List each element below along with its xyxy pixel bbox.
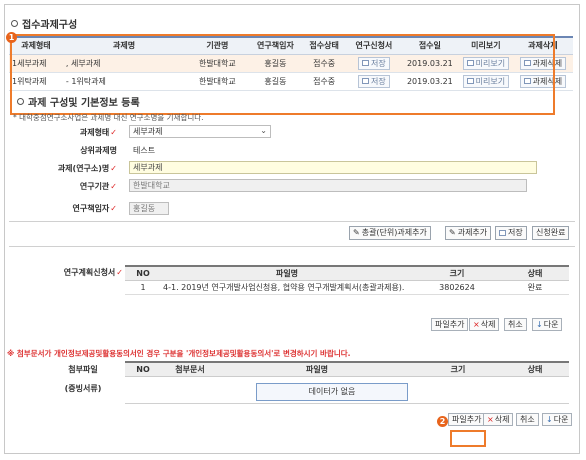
button-label: 삭제 (494, 415, 510, 424)
label-text: 과제(연구소)명 (57, 164, 110, 173)
header-filename: 파일명 (161, 265, 413, 281)
header-doc: 첨부문서 (161, 361, 219, 377)
parent-task-value: 테스트 (133, 146, 156, 155)
submit-button[interactable]: 신청완료 (532, 226, 570, 240)
attachment-sublabel: (증빙서류) (64, 384, 102, 393)
button-label: 파일추가 (452, 415, 482, 424)
divider (125, 403, 569, 404)
main-frame: 접수과제구성 과제형태 과제명 기관명 연구책임자 접수상태 연구신청서 접수일… (4, 4, 580, 454)
attachment-table: NO 첨부문서 파일명 크기 상태 (125, 361, 569, 377)
button-label: 삭제 (480, 320, 496, 329)
select-value: 세부과제 (133, 127, 163, 136)
pi-label: 연구책임자✓ (5, 203, 117, 214)
required-mark-icon: ✓ (110, 204, 117, 213)
section-title-basic-info: 과제 구성및 기본정보 등록 (17, 94, 140, 109)
divider (9, 246, 575, 247)
section-title-text: 접수과제구성 (22, 20, 78, 31)
header-state: 상태 (501, 265, 569, 281)
section-bullet-icon (17, 98, 24, 105)
task-name-input[interactable]: 세부과제 (129, 161, 537, 174)
label-text: 상위과제명 (80, 146, 117, 155)
section-title-text: 과제 구성및 기본정보 등록 (28, 98, 140, 109)
button-label: 취소 (508, 320, 523, 329)
required-mark-icon: ✓ (110, 128, 117, 137)
plan-table-header: NO 파일명 크기 상태 (125, 265, 569, 281)
label-text: 연구책임자 (72, 204, 110, 213)
download-icon: ↓ (536, 320, 543, 329)
section-note: * 대학중점연구소사업은 과제명 대신 연구소명을 기재합니다. (13, 113, 204, 122)
cancel-file-button[interactable]: 취소 (516, 413, 539, 426)
cell-state: 완료 (501, 280, 569, 295)
attach-table-header: NO 첨부문서 파일명 크기 상태 (125, 361, 569, 377)
attachment-warning: ※ 첨부문서가 개인정보제공및활용동의서인 경우 구분을 '개인정보제공및활용동… (7, 349, 351, 358)
download-file-button[interactable]: ↓ 다운 (532, 318, 563, 331)
header-no: NO (125, 361, 161, 377)
add-file-button[interactable]: 파일추가 (431, 318, 469, 331)
institution-label: 연구기관✓ (5, 181, 117, 192)
task-type-label: 과제형태✓ (5, 127, 117, 138)
required-mark-icon: ✓ (116, 268, 123, 277)
save-button[interactable]: 저장 (495, 226, 527, 240)
plan-file-table: NO 파일명 크기 상태 1 4-1. 2019년 연구개발사업신청용, 협약용… (125, 265, 569, 295)
header-size: 크기 (413, 265, 501, 281)
button-label: 총괄(단위)과제추가 (361, 228, 427, 237)
cancel-file-button[interactable]: 취소 (504, 318, 527, 331)
x-icon: × (487, 415, 494, 424)
add-task-button[interactable]: ✎ 과제추가 (445, 226, 492, 240)
step-badge-1: 1 (6, 32, 17, 43)
delete-file-button[interactable]: × 삭제 (469, 318, 500, 331)
required-mark-icon: ✓ (110, 182, 117, 191)
pencil-icon: ✎ (449, 228, 456, 237)
label-text: 연구기관 (79, 182, 110, 191)
button-label: 취소 (520, 415, 535, 424)
download-icon: ↓ (546, 415, 553, 424)
table-row[interactable]: 1 4-1. 2019년 연구개발사업신청용, 협약용 연구개발계획서(총괄과제… (125, 280, 569, 295)
empty-data-message: 데이터가 없음 (256, 383, 408, 401)
label-text: 연구계획신청서 (63, 268, 116, 277)
step-badge-2: 2 (437, 416, 448, 427)
label-text: 과제형태 (79, 128, 110, 137)
add-bulk-task-button[interactable]: ✎ 총괄(단위)과제추가 (349, 226, 431, 240)
section-title-tasks: 접수과제구성 (11, 16, 77, 31)
cell-no: 1 (125, 280, 161, 295)
button-label: 파일추가 (435, 320, 465, 329)
header-state: 상태 (501, 361, 569, 377)
pi-input[interactable]: 홍길동 (129, 202, 169, 215)
task-name-label: 과제(연구소)명✓ (5, 163, 117, 174)
attachment-label: 첨부파일 (68, 365, 98, 374)
header-no: NO (125, 265, 161, 281)
button-label: 다운 (553, 415, 569, 424)
task-type-select[interactable]: 세부과제 ⌄ (129, 125, 271, 138)
button-label: 저장 (508, 228, 523, 237)
section-bullet-icon (11, 20, 18, 27)
plan-label: 연구계획신청서✓ (5, 267, 123, 278)
institution-input[interactable]: 한발대학교 (129, 179, 527, 192)
save-icon (499, 230, 506, 236)
add-file-button[interactable]: 파일추가 (448, 413, 486, 426)
highlight-box-2 (450, 430, 486, 447)
button-label: 다운 (543, 320, 559, 329)
cell-size: 3802624 (413, 280, 501, 295)
header-size: 크기 (415, 361, 501, 377)
button-label: 과제추가 (457, 228, 488, 237)
delete-file-button[interactable]: × 삭제 (483, 413, 514, 426)
header-filename: 파일명 (219, 361, 415, 377)
x-icon: × (473, 320, 480, 329)
parent-task-label: 상위과제명 (5, 145, 117, 156)
cell-filename: 4-1. 2019년 연구개발사업신청용, 협약용 연구개발계획서(총괄과제용)… (161, 280, 413, 295)
button-label: 신청완료 (536, 228, 566, 237)
pencil-icon: ✎ (353, 228, 360, 237)
required-mark-icon: ✓ (110, 164, 117, 173)
divider (9, 221, 575, 222)
chevron-down-icon: ⌄ (260, 126, 267, 135)
download-file-button[interactable]: ↓ 다운 (542, 413, 573, 426)
